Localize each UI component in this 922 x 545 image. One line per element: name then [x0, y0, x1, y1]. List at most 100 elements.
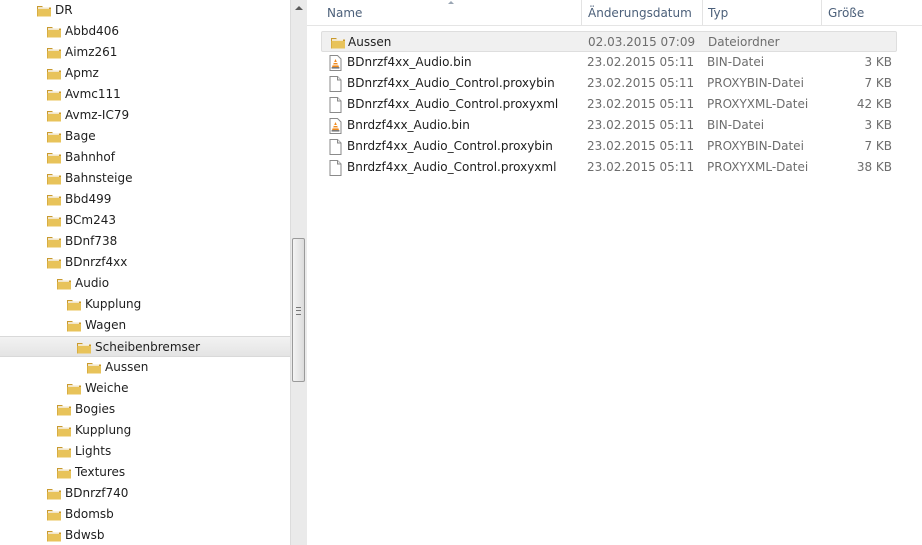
tree-item-label: Bdwsb: [65, 528, 105, 542]
file-date: 23.02.2015 05:11: [587, 139, 695, 153]
tree-item[interactable]: BDnrzf740: [0, 483, 290, 504]
tree-item[interactable]: Avmz-IC79: [0, 105, 290, 126]
file-row[interactable]: Aussen 02.03.2015 07:09 Dateiordner: [321, 31, 897, 52]
column-divider[interactable]: [702, 0, 703, 25]
file-date: 23.02.2015 05:11: [587, 97, 695, 111]
column-header-name[interactable]: Name: [327, 6, 362, 21]
vlc-file-icon: [329, 55, 342, 74]
grip-icon: [296, 307, 301, 315]
scroll-up-arrow-icon[interactable]: [291, 0, 307, 17]
tree-item-label: Bahnsteige: [65, 171, 133, 185]
tree-item-label: Kupplung: [75, 423, 132, 437]
tree-item[interactable]: Lights: [0, 441, 290, 462]
folder-icon: [56, 423, 72, 441]
tree-item[interactable]: Bbd499: [0, 189, 290, 210]
tree-item[interactable]: Scheibenbremser: [0, 336, 290, 357]
folder-icon: [46, 129, 62, 147]
tree-item[interactable]: Weiche: [0, 378, 290, 399]
blank-file-icon: [329, 139, 342, 158]
file-row[interactable]: BDnrzf4xx_Audio_Control.proxybin 23.02.20…: [321, 73, 897, 94]
vlc-file-icon: [329, 118, 342, 137]
tree-item-label: Bage: [65, 129, 96, 143]
tree-scrollbar[interactable]: [290, 0, 307, 545]
tree-item-label: Avmz-IC79: [65, 108, 130, 122]
file-size: 3 KB: [864, 55, 892, 69]
scrollbar-thumb[interactable]: [292, 238, 305, 382]
file-name: Bnrdzf4xx_Audio_Control.proxyxml: [347, 160, 557, 174]
tree-item[interactable]: Avmc111: [0, 84, 290, 105]
column-header-type[interactable]: Typ: [708, 6, 728, 21]
folder-icon: [46, 255, 62, 273]
folder-icon: [46, 150, 62, 168]
tree-item-label: BCm243: [65, 213, 116, 227]
tree-item-label: BDnrzf740: [65, 486, 129, 500]
tree-item-label: Aussen: [105, 360, 149, 374]
tree-item-label: Avmc111: [65, 87, 121, 101]
tree-item-label: Bbd499: [65, 192, 112, 206]
tree-item[interactable]: Kupplung: [0, 294, 290, 315]
folder-icon: [46, 24, 62, 42]
tree-item[interactable]: BDnf738: [0, 231, 290, 252]
column-header-date[interactable]: Änderungsdatum: [588, 6, 692, 21]
folder-icon: [46, 486, 62, 504]
folder-icon: [36, 3, 52, 21]
file-row[interactable]: Bnrdzf4xx_Audio_Control.proxybin 23.02.20…: [321, 136, 897, 157]
tree-item[interactable]: Abbd406: [0, 21, 290, 42]
file-type: Dateiordner: [708, 35, 780, 49]
tree-item[interactable]: Bage: [0, 126, 290, 147]
folder-icon: [46, 108, 62, 126]
tree-item[interactable]: Apmz: [0, 63, 290, 84]
file-type: PROXYXML-Datei: [707, 160, 809, 174]
column-divider[interactable]: [821, 0, 822, 25]
tree-item[interactable]: BDnrzf4xx: [0, 252, 290, 273]
folder-icon: [46, 87, 62, 105]
file-name: BDnrzf4xx_Audio_Control.proxyxml: [347, 97, 559, 111]
tree-item-label: Scheibenbremser: [95, 340, 201, 354]
tree-item[interactable]: Wagen: [0, 315, 290, 336]
folder-icon: [46, 507, 62, 525]
tree-item-label: Textures: [75, 465, 126, 479]
folder-icon: [46, 234, 62, 252]
file-type: PROXYBIN-Datei: [707, 139, 804, 153]
column-divider[interactable]: [581, 0, 582, 25]
file-row[interactable]: BDnrzf4xx_Audio.bin 23.02.2015 05:11 BIN-D…: [321, 52, 897, 73]
file-name: BDnrzf4xx_Audio_Control.proxybin: [347, 76, 555, 90]
tree-item[interactable]: Bahnsteige: [0, 168, 290, 189]
folder-icon: [56, 444, 72, 462]
tree-item-label: Weiche: [85, 381, 129, 395]
tree-item-label: Bahnhof: [65, 150, 115, 164]
tree-item-label: BDnf738: [65, 234, 118, 248]
tree-item[interactable]: BCm243: [0, 210, 290, 231]
folder-icon: [66, 381, 82, 399]
file-name: Aussen: [348, 35, 392, 49]
folder-icon: [330, 35, 346, 53]
tree-item[interactable]: Aussen: [0, 357, 290, 378]
file-list: Name Änderungsdatum Typ Größe Aussen 02.0…: [307, 0, 922, 545]
tree-item[interactable]: Bahnhof: [0, 147, 290, 168]
folder-icon: [56, 276, 72, 294]
tree-item[interactable]: Bdwsb: [0, 525, 290, 545]
tree-item[interactable]: Textures: [0, 462, 290, 483]
file-date: 02.03.2015 07:09: [588, 35, 696, 49]
file-type: BIN-Datei: [707, 55, 765, 69]
file-row[interactable]: Bnrdzf4xx_Audio.bin 23.02.2015 05:11 BIN-D…: [321, 115, 897, 136]
column-header-size[interactable]: Größe: [828, 6, 864, 21]
tree-item[interactable]: Bdomsb: [0, 504, 290, 525]
tree-item[interactable]: Bogies: [0, 399, 290, 420]
tree-item[interactable]: Aimz261: [0, 42, 290, 63]
file-row[interactable]: Bnrdzf4xx_Audio_Control.proxyxml 23.02.20…: [321, 157, 897, 178]
folder-icon: [66, 318, 82, 336]
file-size: 3 KB: [864, 118, 892, 132]
tree-item[interactable]: Kupplung: [0, 420, 290, 441]
file-row[interactable]: BDnrzf4xx_Audio_Control.proxyxml 23.02.20…: [321, 94, 897, 115]
tree-item-label: Lights: [75, 444, 112, 458]
file-date: 23.02.2015 05:11: [587, 76, 695, 90]
file-size: 42 KB: [856, 97, 892, 111]
folder-icon: [46, 528, 62, 545]
tree-item-label: Kupplung: [85, 297, 142, 311]
tree-item[interactable]: Audio: [0, 273, 290, 294]
file-name: Bnrdzf4xx_Audio.bin: [347, 118, 470, 132]
file-size: 7 KB: [864, 76, 892, 90]
file-type: BIN-Datei: [707, 118, 765, 132]
tree-item[interactable]: DR: [0, 0, 290, 21]
